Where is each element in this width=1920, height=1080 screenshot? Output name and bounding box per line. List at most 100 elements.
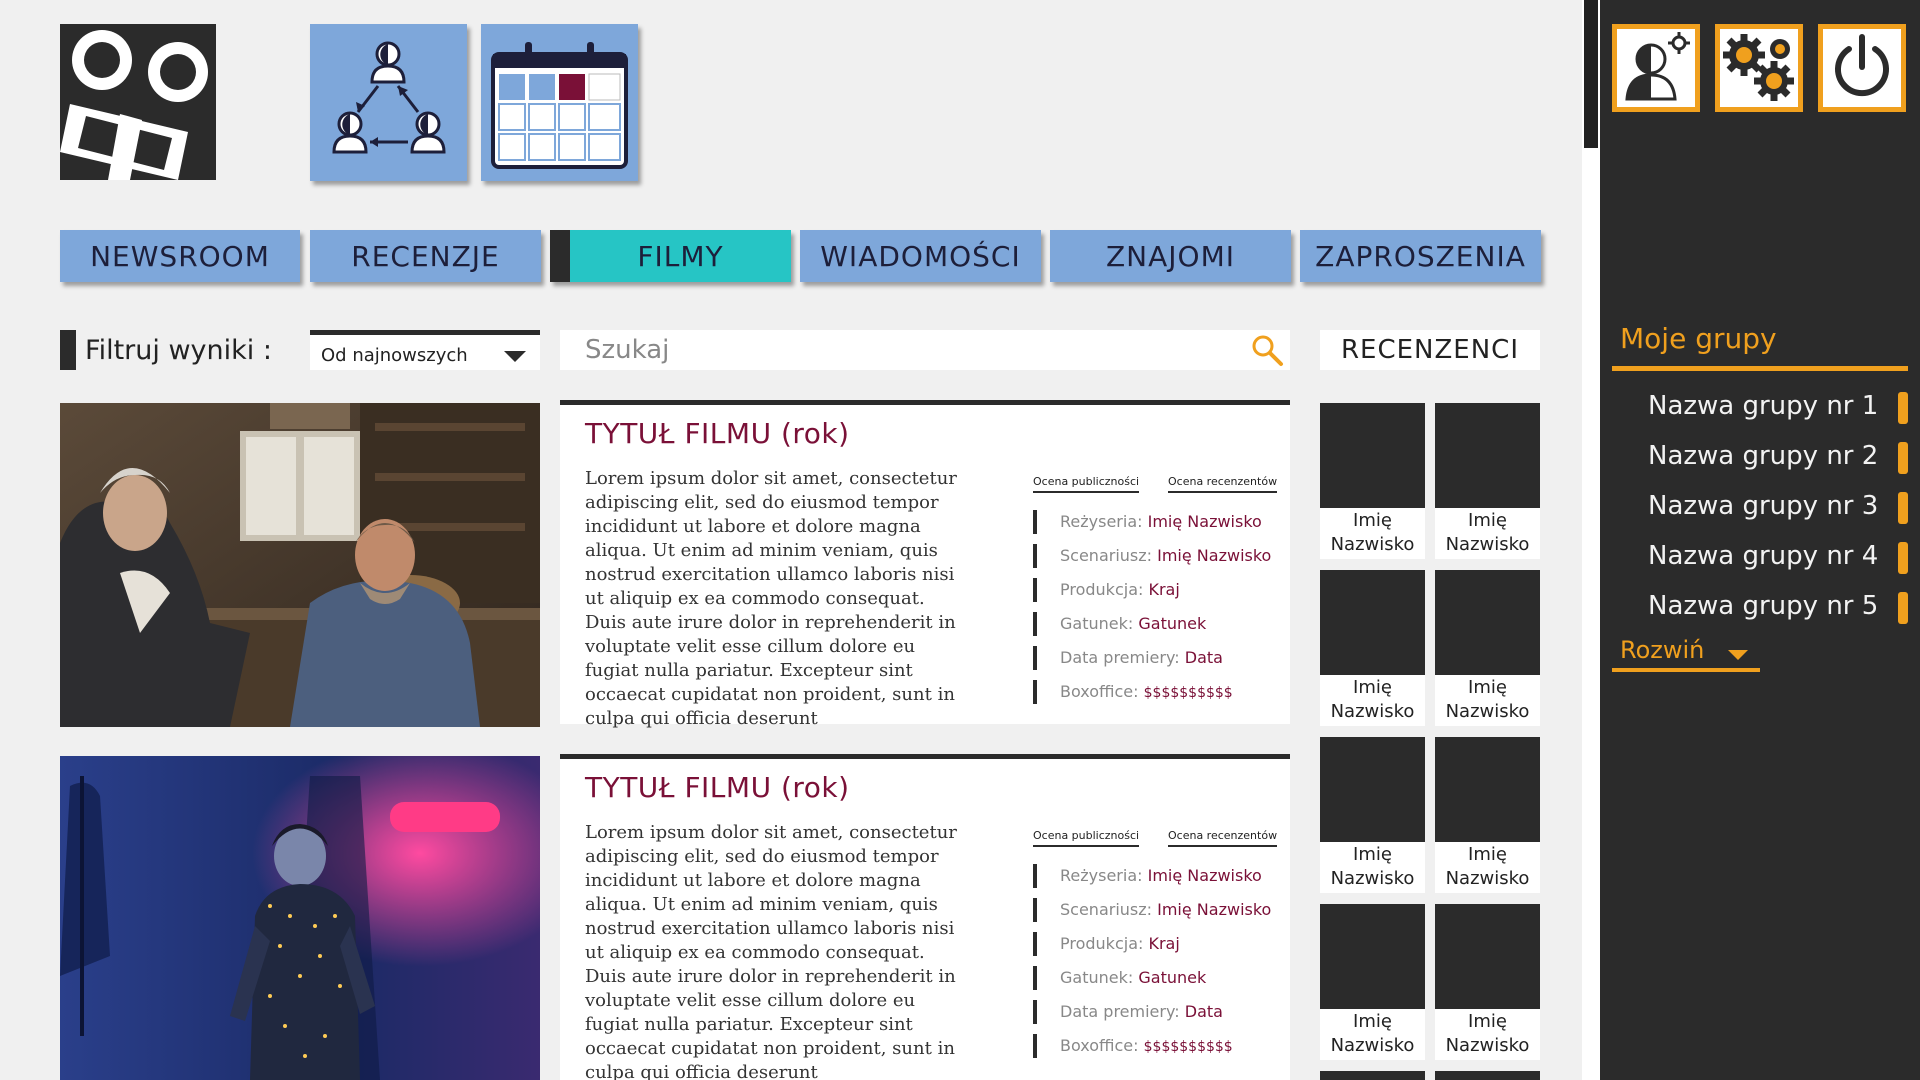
reviewer-last-name: Nazwisko xyxy=(1445,701,1530,722)
meta-value: $$$$$$$$$$ xyxy=(1143,1039,1233,1055)
meta-screenplay: Scenariusz: Imię Nazwisko xyxy=(1033,898,1283,932)
reviewer-avatar xyxy=(1435,403,1540,508)
reviewer-name: Imię Nazwisko xyxy=(1320,843,1425,891)
meta-value: Data xyxy=(1184,648,1223,667)
meta-key: Boxoffice: xyxy=(1060,682,1139,701)
reviewer-card[interactable]: Imię Nazwisko xyxy=(1320,904,1425,1060)
film-card[interactable]: TYTUŁ FILMU (rok) Lorem ipsum dolor sit … xyxy=(560,754,1290,1080)
nav-filmy[interactable]: FILMY xyxy=(550,230,791,282)
film-description: Lorem ipsum dolor sit amet, consectetur … xyxy=(585,468,957,729)
film-title-text: TYTUŁ FILMU xyxy=(585,771,772,804)
search-icon[interactable] xyxy=(1250,333,1284,367)
group-name: Nazwa grupy nr 1 xyxy=(1648,391,1879,421)
meta-key: Reżyseria: xyxy=(1060,866,1143,885)
tab-critics-rating[interactable]: Ocena recenzentów xyxy=(1168,829,1278,847)
group-name: Nazwa grupy nr 4 xyxy=(1648,541,1879,571)
reviewer-card[interactable]: Imię Nazwisko xyxy=(1435,737,1540,893)
reviewer-first-name: Imię xyxy=(1468,1011,1507,1032)
meta-key: Boxoffice: xyxy=(1060,1036,1139,1055)
group-indicator xyxy=(1898,492,1908,524)
reviewer-avatar xyxy=(1320,570,1425,675)
groups-divider xyxy=(1612,366,1908,371)
meta-value[interactable]: Imię Nazwisko xyxy=(1157,546,1271,565)
tab-audience-rating[interactable]: Ocena publiczności xyxy=(1033,475,1140,493)
meta-value[interactable]: Imię Nazwisko xyxy=(1157,900,1271,919)
main-scrollbar[interactable] xyxy=(1582,0,1600,1080)
film-title[interactable]: TYTUŁ FILMU (rok) xyxy=(585,417,850,450)
film-meta: Reżyseria: Imię Nazwisko Scenariusz: Imi… xyxy=(1033,864,1283,1068)
tab-critics-rating[interactable]: Ocena recenzentów xyxy=(1168,475,1278,493)
meta-value[interactable]: Imię Nazwisko xyxy=(1148,512,1262,531)
nav-znajomi[interactable]: ZNAJOMI xyxy=(1050,230,1291,282)
reviewer-card[interactable]: Imię Nazwisko xyxy=(1320,570,1425,726)
reviewer-card[interactable]: Imię Nazwisko xyxy=(1435,570,1540,726)
film-poster[interactable] xyxy=(60,403,540,727)
calendar-icon xyxy=(491,42,628,169)
reviewer-avatar xyxy=(1435,1071,1540,1080)
rating-tabs: Ocena publiczności Ocena recenzentów xyxy=(1033,475,1278,493)
nav-recenzje[interactable]: RECENZJE xyxy=(310,230,541,282)
expand-label: Rozwiń xyxy=(1620,636,1705,664)
meta-value[interactable]: Kraj xyxy=(1148,934,1179,953)
group-name: Nazwa grupy nr 5 xyxy=(1648,591,1879,621)
reviewer-card[interactable]: Imię Nazwisko xyxy=(1320,403,1425,559)
film-camera-logo-icon[interactable] xyxy=(60,24,216,180)
nav-wiadomosci[interactable]: WIADOMOŚCI xyxy=(800,230,1041,282)
logout-button[interactable] xyxy=(1818,24,1906,112)
reviewer-name: Imię Nazwisko xyxy=(1320,676,1425,724)
group-triangle-icon xyxy=(332,41,446,154)
reviewer-card[interactable]: Imię Nazwisko xyxy=(1320,737,1425,893)
meta-director: Reżyseria: Imię Nazwisko xyxy=(1033,864,1283,898)
reviewer-name: Imię Nazwisko xyxy=(1435,676,1540,724)
reviewer-card[interactable] xyxy=(1435,1071,1540,1080)
group-item[interactable]: Nazwa grupy nr 3 xyxy=(1648,486,1908,526)
film-poster[interactable] xyxy=(60,756,540,1080)
reviewer-card[interactable]: Imię Nazwisko xyxy=(1435,403,1540,559)
meta-boxoffice: Boxoffice: $$$$$$$$$$ xyxy=(1033,680,1283,714)
meta-value: $$$$$$$$$$ xyxy=(1143,685,1233,701)
nav-newsroom[interactable]: NEWSROOM xyxy=(60,230,300,282)
sort-dropdown[interactable]: Od najnowszych xyxy=(310,330,540,370)
search-bar xyxy=(560,330,1290,370)
chevron-down-icon xyxy=(504,351,526,362)
meta-genre: Gatunek: Gatunek xyxy=(1033,966,1283,1000)
reviewer-last-name: Nazwisko xyxy=(1330,1035,1415,1056)
film-title[interactable]: TYTUŁ FILMU (rok) xyxy=(585,771,850,804)
reviewer-first-name: Imię xyxy=(1353,510,1392,531)
reviewer-card[interactable]: Imię Nazwisko xyxy=(1435,904,1540,1060)
search-input[interactable] xyxy=(560,330,1240,370)
reviewer-card[interactable] xyxy=(1320,1071,1425,1080)
reviewer-first-name: Imię xyxy=(1353,1011,1392,1032)
reviewer-avatar xyxy=(1320,904,1425,1009)
meta-value[interactable]: Kraj xyxy=(1148,580,1179,599)
filter-bar: Filtruj wyniki : Od najnowszych xyxy=(60,330,540,370)
meta-value[interactable]: Gatunek xyxy=(1138,614,1206,633)
group-item[interactable]: Nazwa grupy nr 5 xyxy=(1648,586,1908,626)
meta-key: Reżyseria: xyxy=(1060,512,1143,531)
meta-value[interactable]: Imię Nazwisko xyxy=(1148,866,1262,885)
main-nav: NEWSROOM RECENZJE FILMY WIADOMOŚCI ZNAJO… xyxy=(60,230,1541,282)
group-item[interactable]: Nazwa grupy nr 2 xyxy=(1648,436,1908,476)
calendar-app-tile[interactable] xyxy=(481,24,638,181)
film-card[interactable]: TYTUŁ FILMU (rok) Lorem ipsum dolor sit … xyxy=(560,400,1290,729)
group-item[interactable]: Nazwa grupy nr 4 xyxy=(1648,536,1908,576)
settings-button[interactable] xyxy=(1715,24,1803,112)
tab-audience-rating[interactable]: Ocena publiczności xyxy=(1033,829,1140,847)
reviewer-first-name: Imię xyxy=(1353,677,1392,698)
reviewer-last-name: Nazwisko xyxy=(1445,868,1530,889)
right-sidebar: Moje grupy Nazwa grupy nr 1 Nazwa grupy … xyxy=(1600,0,1920,1080)
groups-app-tile[interactable] xyxy=(310,24,467,181)
group-item[interactable]: Nazwa grupy nr 1 xyxy=(1648,386,1908,426)
nav-zaproszenia[interactable]: ZAPROSZENIA xyxy=(1300,230,1541,282)
scrollbar-thumb[interactable] xyxy=(1584,0,1598,148)
expand-groups-button[interactable]: Rozwiń xyxy=(1612,636,1760,672)
reviewer-last-name: Nazwisko xyxy=(1330,534,1415,555)
profile-settings-button[interactable] xyxy=(1612,24,1700,112)
meta-value[interactable]: Gatunek xyxy=(1138,968,1206,987)
reviewer-name: Imię Nazwisko xyxy=(1320,509,1425,557)
meta-screenplay: Scenariusz: Imię Nazwisko xyxy=(1033,544,1283,578)
rating-tabs: Ocena publiczności Ocena recenzentów xyxy=(1033,829,1278,847)
groups-title: Moje grupy xyxy=(1620,322,1777,355)
meta-key: Scenariusz: xyxy=(1060,900,1153,919)
reviewer-avatar xyxy=(1320,1071,1425,1080)
